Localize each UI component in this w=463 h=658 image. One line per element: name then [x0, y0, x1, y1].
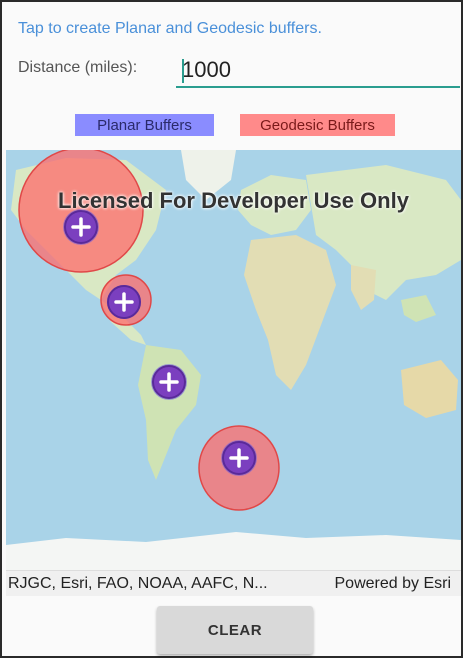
map-view[interactable]: Licensed For Developer Use Only	[6, 150, 461, 570]
distance-label: Distance (miles):	[18, 59, 138, 76]
tap-marker-icon[interactable]	[107, 285, 141, 319]
planar-buffers-legend: Planar Buffers	[75, 114, 214, 136]
powered-by-esri: Powered by Esri	[334, 575, 452, 592]
attribution-bar: RJGC, Esri, FAO, NOAA, AAFC, N... Powere…	[6, 570, 461, 596]
instructions-text: Tap to create Planar and Geodesic buffer…	[18, 20, 322, 37]
distance-input[interactable]	[176, 54, 460, 88]
tap-marker-icon[interactable]	[152, 365, 186, 399]
app-window: Tap to create Planar and Geodesic buffer…	[0, 0, 463, 658]
license-watermark: Licensed For Developer Use Only	[58, 188, 409, 213]
tap-marker-icon[interactable]	[222, 441, 256, 475]
attribution-text[interactable]: RJGC, Esri, FAO, NOAA, AAFC, N...	[8, 575, 268, 593]
geodesic-buffers-legend: Geodesic Buffers	[240, 114, 395, 136]
text-cursor	[182, 59, 184, 83]
tap-marker-icon[interactable]	[64, 210, 98, 244]
clear-button[interactable]: CLEAR	[157, 606, 313, 654]
